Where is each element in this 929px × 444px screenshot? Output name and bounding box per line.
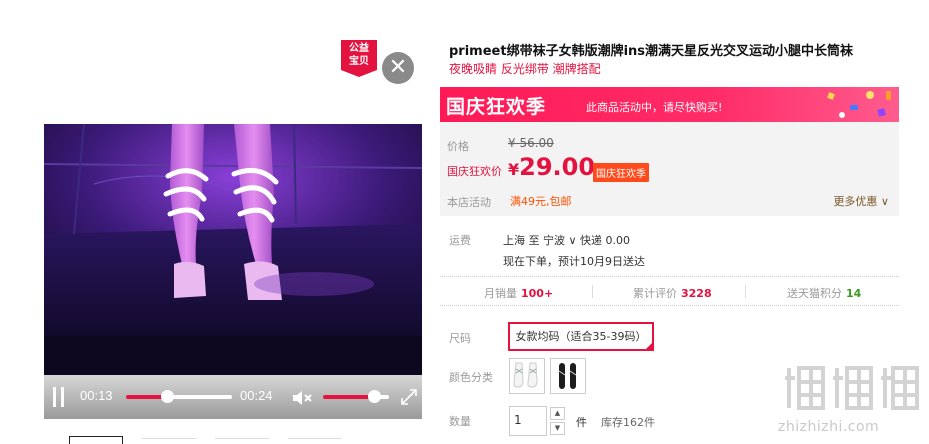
promo-label: 本店活动 <box>447 196 491 209</box>
banner-text: 此商品活动中，请尽快购买! <box>586 101 723 114</box>
promo-banner: 国庆狂欢季 此商品活动中，请尽快购买! <box>440 87 899 122</box>
more-discounts-label: 更多优惠 <box>833 195 878 208</box>
stat-label: 送天猫积分 <box>787 287 842 300</box>
volume-handle[interactable] <box>368 390 382 403</box>
color-option-black[interactable] <box>550 358 586 394</box>
image-thumbnails <box>44 432 422 444</box>
video-frame <box>44 124 422 336</box>
size-label: 尺码 <box>449 332 471 345</box>
quantity-input[interactable]: 1 <box>509 406 547 436</box>
stat-monthly-sales: 月销量 100+ <box>484 285 553 301</box>
charity-badge-line1: 公益 <box>349 43 369 54</box>
progress-handle[interactable] <box>161 390 175 403</box>
pause-icon[interactable] <box>53 387 65 407</box>
stat-divider <box>745 285 746 298</box>
product-subtitle: 夜晚吸睛 反光绑带 潮牌搭配 <box>449 62 601 76</box>
quantity-unit: 件 <box>576 416 587 429</box>
stat-value: 14 <box>846 287 862 300</box>
close-video-button[interactable]: ✕ <box>382 52 414 84</box>
sale-price: ¥29.00 <box>508 153 595 181</box>
sale-price-label: 国庆狂欢价 <box>447 165 502 178</box>
stat-label: 累计评价 <box>633 287 677 300</box>
current-time: 00:13 <box>80 388 113 403</box>
charity-badge-line2: 宝贝 <box>349 56 369 67</box>
promo-text: 满49元,包邮 <box>510 195 572 208</box>
black-sock-thumbnail <box>558 363 577 389</box>
thumbnail-item[interactable] <box>69 436 123 444</box>
stat-tmall-points: 送天猫积分 14 <box>787 285 861 301</box>
video-controls: 00:13 00:24 <box>44 375 422 419</box>
delivery-estimate: 现在下单，预计10月9日送达 <box>503 255 645 268</box>
stat-label: 月销量 <box>484 287 517 300</box>
stat-value: 3228 <box>681 287 712 300</box>
quantity-decrease-button[interactable]: ▼ <box>550 422 565 435</box>
stat-reviews[interactable]: 累计评价 3228 <box>633 285 712 301</box>
selected-check-icon <box>644 341 654 351</box>
thumbnail-item[interactable] <box>288 438 342 444</box>
watermark-url: zhizhizhi.com <box>778 419 880 435</box>
stat-divider <box>592 285 593 298</box>
sale-currency: ¥ <box>508 160 520 179</box>
shipping-label: 运费 <box>449 234 471 247</box>
quantity-label: 数量 <box>449 415 471 428</box>
sale-value: 29.00 <box>519 153 596 181</box>
quantity-increase-button[interactable]: ▲ <box>550 407 565 420</box>
volume-fill <box>323 395 375 399</box>
confetti-decoration <box>827 91 891 118</box>
color-label: 颜色分类 <box>449 371 493 384</box>
fullscreen-icon[interactable] <box>400 388 418 406</box>
more-discounts-link[interactable]: 更多优惠 ∨ <box>833 193 889 209</box>
color-option-white[interactable] <box>509 358 545 394</box>
price-box: 价格 ¥ 56.00 国庆狂欢价 ¥29.00 国庆狂欢季 本店活动 满49元,… <box>440 122 899 216</box>
size-option-label: 女款均码（适合35-39码） <box>515 330 647 343</box>
chevron-down-icon: ∨ <box>877 195 889 208</box>
duration-time: 00:24 <box>240 388 273 403</box>
price-label: 价格 <box>447 140 469 153</box>
sale-event-tag: 国庆狂欢季 <box>593 163 649 182</box>
shipping-destination[interactable]: 上海 至 宁波 ∨ 快递 0.00 <box>503 232 630 248</box>
original-price: ¥ 56.00 <box>508 136 554 150</box>
size-option-selected[interactable]: 女款均码（适合35-39码） <box>508 322 654 351</box>
product-stats: 月销量 100+ 累计评价 3228 送天猫积分 14 <box>440 276 899 306</box>
charity-badge: 公益 宝贝 <box>341 40 377 77</box>
product-title: primeet绑带袜子女韩版潮牌ins潮满天星反光交叉运动小腿中长筒袜 <box>449 44 854 59</box>
video-player[interactable]: 00:13 00:24 <box>44 124 422 419</box>
stat-value: 100+ <box>521 287 554 300</box>
site-watermark-logo <box>785 366 919 410</box>
thumbnail-item[interactable] <box>215 438 269 444</box>
volume-muted-icon[interactable] <box>292 389 312 407</box>
stock-count: 库存162件 <box>601 416 655 429</box>
banner-logo: 国庆狂欢季 <box>446 96 547 118</box>
thumbnail-item[interactable] <box>142 438 196 444</box>
progress-track[interactable] <box>126 395 232 399</box>
white-sock-thumbnail <box>513 362 538 388</box>
